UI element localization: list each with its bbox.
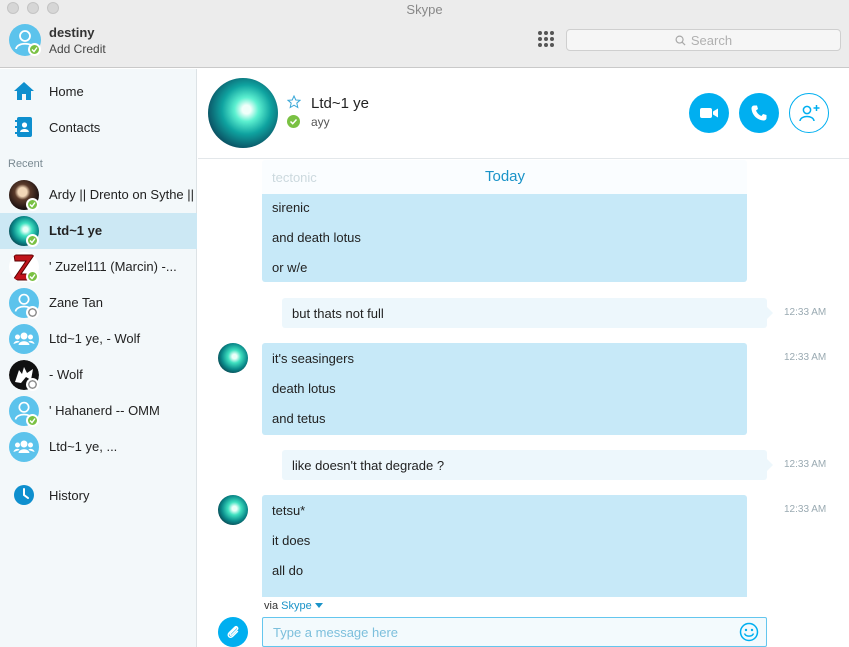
contacts-icon [15, 117, 32, 137]
group-icon [13, 440, 35, 453]
contact-name: Ltd~1 ye, - Wolf [49, 331, 141, 346]
contact-name: ' Hahanerd -- OMM [49, 403, 160, 418]
search-box[interactable]: Search [566, 29, 841, 51]
sidebar-item-label: Home [49, 83, 84, 99]
add-user-icon [799, 105, 820, 122]
offline-status-icon [26, 306, 39, 319]
message-text: and death lotus [272, 230, 361, 245]
add-credit-link[interactable]: Add Credit [49, 42, 106, 56]
online-status-icon [28, 43, 41, 56]
avatar [9, 432, 39, 462]
conversation-avatar[interactable] [208, 78, 278, 148]
message-text: or w/e [272, 260, 308, 275]
video-call-button[interactable] [689, 93, 729, 133]
recent-heading: Recent [8, 158, 43, 170]
paperclip-icon [227, 625, 239, 638]
chevron-down-icon[interactable] [314, 603, 323, 609]
chat-panel: Ltd~1 ye ayy sirenic and death lotus or … [198, 69, 849, 647]
via-service-link[interactable]: Skype [281, 600, 312, 612]
day-label: Today [484, 168, 526, 185]
message-bubble[interactable]: tetsu* it does all do [262, 495, 747, 597]
message-composer[interactable] [262, 617, 767, 647]
group-icon [13, 332, 35, 345]
online-status-icon [287, 115, 300, 128]
contact-name: ' Zuzel111 (Marcin) -... [49, 259, 177, 274]
recent-item-zuzel[interactable]: ' Zuzel111 (Marcin) -... [0, 249, 197, 285]
recent-item-group[interactable]: Ltd~1 ye, ... [0, 429, 197, 465]
message-text: it does [272, 533, 311, 548]
message-input[interactable] [263, 618, 733, 646]
attach-file-button[interactable] [218, 617, 248, 647]
dialpad-icon[interactable] [538, 31, 554, 47]
via-service-selector[interactable]: via Skype [264, 600, 323, 612]
message-text: it's seasingers [272, 351, 354, 366]
recent-item-hahanerd[interactable]: ' Hahanerd -- OMM [0, 393, 197, 429]
video-camera-icon [700, 108, 718, 118]
recent-item-ltd[interactable]: Ltd~1 ye [0, 213, 197, 249]
sidebar-item-home[interactable]: Home [0, 74, 197, 108]
sidebar: Home Contacts Recent Ardy || Drento on S… [0, 69, 197, 647]
sidebar-item-label: History [49, 487, 90, 503]
sidebar-item-label: Contacts [49, 119, 101, 135]
contact-name: - Wolf [49, 367, 83, 382]
contact-name: Ardy || Drento on Sythe || [49, 187, 194, 202]
message-timestamp: 12:33 AM [784, 307, 827, 318]
history-clock-icon [14, 485, 34, 505]
message-bubble[interactable]: like doesn't that degrade ? [282, 450, 773, 480]
search-icon [675, 35, 686, 46]
recent-item-group-wolf[interactable]: Ltd~1 ye, - Wolf [0, 321, 197, 357]
search-placeholder: Search [690, 32, 733, 48]
avatar [9, 324, 39, 354]
offline-status-icon [26, 378, 39, 391]
contact-name: Ltd~1 ye, ... [49, 439, 118, 454]
sidebar-item-contacts[interactable]: Contacts [0, 110, 197, 144]
sender-avatar[interactable] [218, 495, 248, 525]
my-avatar[interactable] [9, 24, 41, 56]
message-timestamp: 12:33 AM [784, 504, 827, 515]
sidebar-item-history[interactable]: History [0, 478, 197, 512]
message-text: and tetus [272, 411, 326, 426]
day-divider: tectonic Today [262, 160, 747, 194]
recent-item-zane[interactable]: Zane Tan [0, 285, 197, 321]
message-bubble[interactable]: it's seasingers death lotus and tetus [262, 343, 747, 435]
online-status-icon [26, 270, 39, 283]
conversation-name: Ltd~1 ye [311, 95, 369, 112]
message-text: all do [272, 563, 304, 578]
add-people-button[interactable] [789, 93, 829, 133]
recent-item-wolf[interactable]: - Wolf [0, 357, 197, 393]
home-icon [14, 82, 34, 100]
online-status-icon [26, 198, 39, 211]
emoticon-icon[interactable] [739, 622, 759, 642]
message-text: tetsu* [272, 503, 306, 518]
message-text: sirenic [272, 200, 310, 215]
message-text: like doesn't that degrade ? [292, 458, 445, 473]
message-list[interactable]: sirenic and death lotus or w/e tectonic … [198, 160, 849, 597]
chat-header: Ltd~1 ye ayy [198, 69, 849, 159]
online-status-icon [26, 234, 39, 247]
message-bubble[interactable]: but thats not full [282, 298, 773, 328]
favorite-star-icon[interactable] [287, 95, 301, 109]
audio-call-button[interactable] [739, 93, 779, 133]
via-prefix: via [264, 600, 279, 612]
message-timestamp: 12:33 AM [784, 352, 827, 363]
message-timestamp: 12:33 AM [784, 459, 827, 470]
mood-message: ayy [311, 115, 330, 129]
profile-name[interactable]: destiny [49, 25, 95, 40]
sender-avatar[interactable] [218, 343, 248, 373]
window-title: Skype [406, 2, 443, 17]
message-text: but thats not full [292, 306, 384, 321]
phone-icon [751, 105, 767, 121]
recent-item-ardy[interactable]: Ardy || Drento on Sythe || [0, 177, 197, 213]
contact-name: Ltd~1 ye [49, 223, 103, 238]
message-text: death lotus [272, 381, 336, 396]
title-bar: Skype destiny Add Credit Search [0, 0, 849, 68]
online-status-icon [26, 414, 39, 427]
contact-name: Zane Tan [49, 295, 103, 310]
